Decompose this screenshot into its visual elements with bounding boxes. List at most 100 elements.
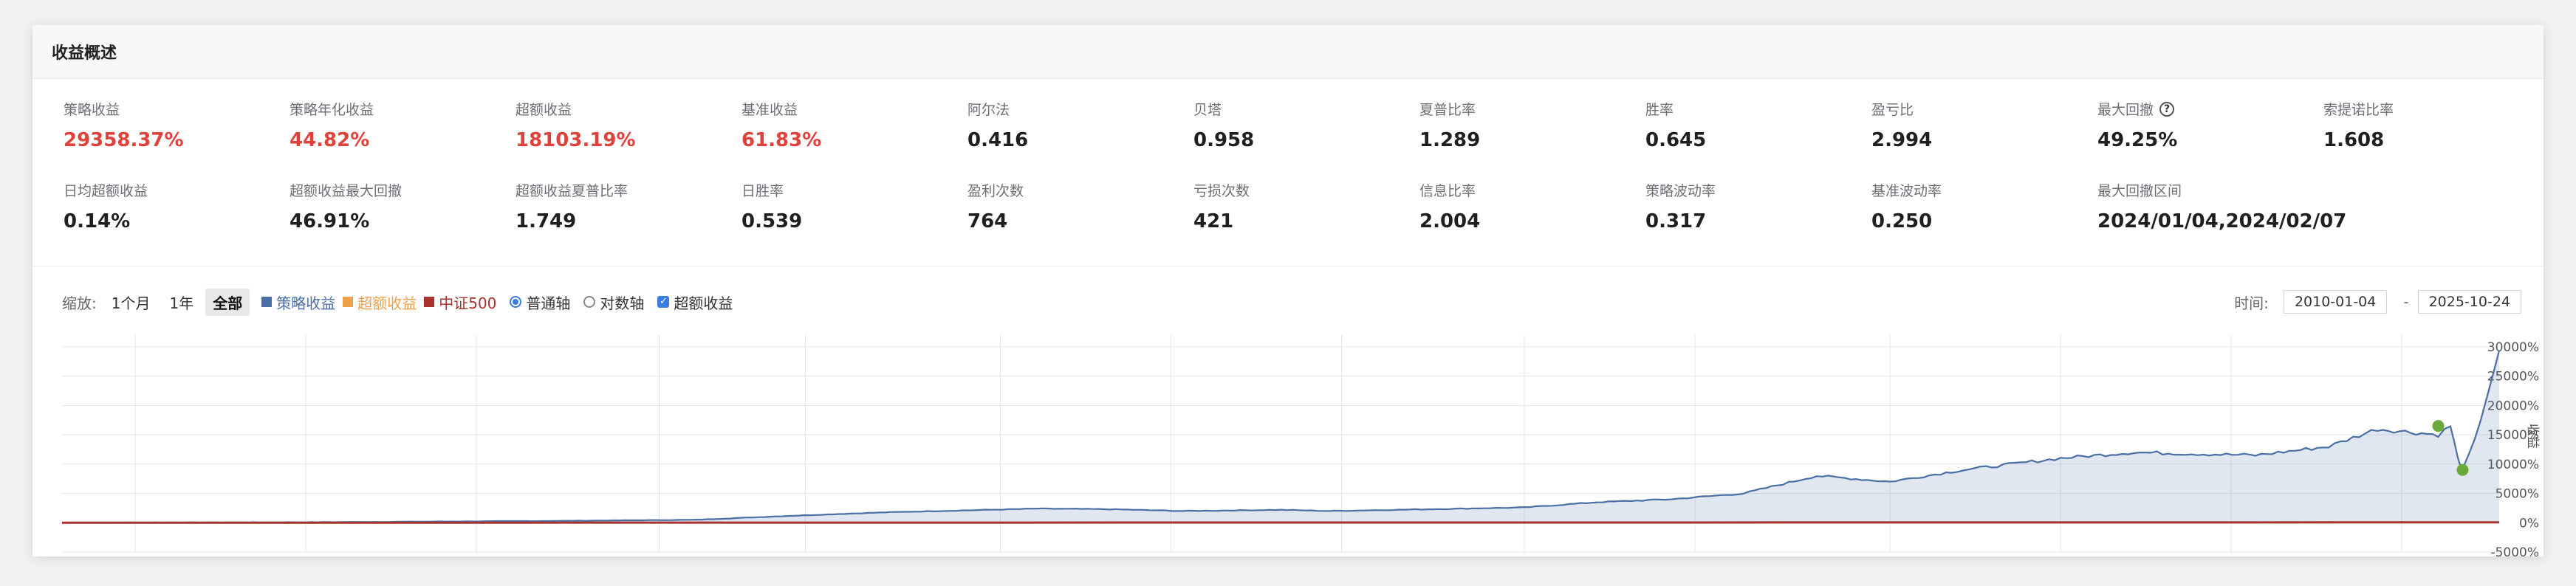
time-range: 时间: 2010-01-04 - 2025-10-24 [2234,290,2521,314]
stat-strategy-volatility: 策略波动率 0.317 [1645,180,1852,232]
stat-label: 最大回撤 ? [2097,99,2304,119]
end-date-input[interactable]: 2025-10-24 [2417,290,2521,314]
y-axis-label: 收益 [2525,424,2540,449]
legend-label: 超额收益 [357,294,417,312]
stat-label: 胜率 [1645,102,1674,118]
stat-value: 2.994 [1871,129,1933,151]
stat-label: 超额收益夏普比率 [515,183,628,199]
stat-excess-return: 超额收益 18103.19% [515,99,722,151]
stat-value: 0.250 [1871,210,1933,232]
stat-value: 18103.19% [515,129,636,151]
stat-label: 日胜率 [741,183,784,199]
stat-value: 1.608 [2323,129,2385,151]
stat-loss-count: 亏损次数 421 [1193,180,1400,232]
stat-sortino: 索提诺比率 1.608 [2323,99,2530,151]
stat-strategy-return: 策略收益 29358.37% [64,99,270,151]
stat-value: 46.91% [290,210,370,232]
stat-value: 0.14% [64,210,131,232]
legend-label: 策略收益 [276,294,336,312]
stat-value: 2024/01/04,2024/02/07 [2097,210,2347,232]
log-axis-label: 对数轴 [600,294,645,312]
stat-label: 日均超额收益 [64,183,148,199]
stat-max-drawdown: 最大回撤 ? 49.25% [2097,99,2304,151]
stat-value: 0.539 [741,210,803,232]
stat-value: 49.25% [2097,129,2178,151]
legend-swatch [343,297,354,307]
stat-win-rate: 胜率 0.645 [1645,99,1852,151]
stat-label: 超额收益最大回撤 [290,183,402,199]
stat-label: 信息比率 [1419,183,1476,199]
stat-value: 1.749 [515,210,577,232]
stat-annual-return: 策略年化收益 44.82% [290,99,496,151]
stat-label: 盈利次数 [967,183,1024,199]
stat-daily-win-rate: 日胜率 0.539 [741,180,948,232]
stat-label: 策略收益 [64,102,120,118]
y-tick-label: 30000% [2487,340,2539,355]
stat-label: 阿尔法 [967,102,1010,118]
stat-value: 0.958 [1193,129,1255,151]
drawdown-start-point [2432,420,2445,432]
stat-max-drawdown-period: 最大回撤区间 2024/01/04,2024/02/07 [2097,180,2393,232]
stat-profit-count: 盈利次数 764 [967,180,1174,232]
normal-axis-label: 普通轴 [526,294,571,312]
returns-summary-card: 收益概述 策略收益 29358.37% 策略年化收益 44.82% 超额收益 1… [32,25,2544,556]
stat-value: 61.83% [741,129,822,151]
stat-excess-sharpe: 超额收益夏普比率 1.749 [515,180,722,232]
stat-sharpe: 夏普比率 1.289 [1419,99,1626,151]
normal-axis-radio[interactable] [510,296,522,308]
stat-value: 421 [1193,210,1234,232]
zoom-1-month-button[interactable]: 1个月 [104,289,158,316]
zoom-all-button[interactable]: 全部 [205,288,250,316]
stat-excess-max-drawdown: 超额收益最大回撤 46.91% [290,180,496,232]
start-date-input[interactable]: 2010-01-04 [2283,290,2388,314]
stat-label: 盈亏比 [1871,102,1914,118]
stat-label: 最大回撤区间 [2097,183,2182,199]
stat-label: 贝塔 [1193,102,1222,118]
legend-csi500[interactable]: 中证500 [424,292,496,313]
zoom-label: 缩放: [62,294,97,312]
legend-swatch [424,297,435,307]
stat-value: 0.416 [967,129,1029,151]
legend-label: 中证500 [439,294,497,312]
stat-value: 44.82% [290,129,370,151]
date-separator: - [2403,293,2409,311]
y-tick-label: 5000% [2496,487,2539,502]
stat-value: 1.289 [1419,129,1481,151]
stat-alpha: 阿尔法 0.416 [967,99,1174,151]
stat-label: 基准收益 [741,102,798,118]
stat-value: 2.004 [1419,210,1481,232]
stat-label: 基准波动率 [1871,183,1942,199]
returns-chart: 30000%25000%20000%15000%10000%5000%0%-50… [61,335,2540,556]
stat-daily-excess: 日均超额收益 0.14% [64,180,270,232]
stat-benchmark-volatility: 基准波动率 0.250 [1871,180,2078,232]
y-tick-label: 0% [2519,516,2539,531]
stat-profit-loss-ratio: 盈亏比 2.994 [1871,99,2078,151]
zoom-1-year-button[interactable]: 1年 [162,289,201,316]
stat-value: 0.317 [1645,210,1707,232]
stat-label: 亏损次数 [1193,183,1250,199]
legend-excess-return[interactable]: 超额收益 [343,292,417,313]
stat-value: 0.645 [1645,129,1707,151]
stat-label: 超额收益 [515,102,572,118]
card-header: 收益概述 [32,25,2544,79]
stat-value: 29358.37% [64,129,184,151]
stat-benchmark-return: 基准收益 61.83% [741,99,948,151]
excess-return-checkbox[interactable]: ✓ [657,296,670,308]
legend-swatch [261,297,273,307]
help-icon[interactable]: ? [2159,101,2175,117]
stat-label: 夏普比率 [1419,102,1476,118]
excess-return-checkbox-label: 超额收益 [674,294,733,312]
legend-strategy-return[interactable]: 策略收益 [261,292,335,313]
stat-value: 764 [967,210,1008,232]
y-tick-label: -5000% [2490,545,2539,556]
section-title: 收益概述 [52,44,117,63]
chart-toolbar: 缩放: 1个月 1年 全部 策略收益 超额收益 中证500 普通轴 对数轴 ✓ … [62,283,2521,320]
time-label: 时间: [2234,294,2269,312]
stat-label-text: 最大回撤 [2097,102,2154,118]
stat-label: 策略年化收益 [290,102,374,118]
log-axis-radio[interactable] [583,296,596,308]
stat-beta: 贝塔 0.958 [1193,99,1400,151]
stat-label: 索提诺比率 [2323,102,2394,118]
stat-information-ratio: 信息比率 2.004 [1419,180,1626,232]
drawdown-end-point [2456,463,2469,476]
